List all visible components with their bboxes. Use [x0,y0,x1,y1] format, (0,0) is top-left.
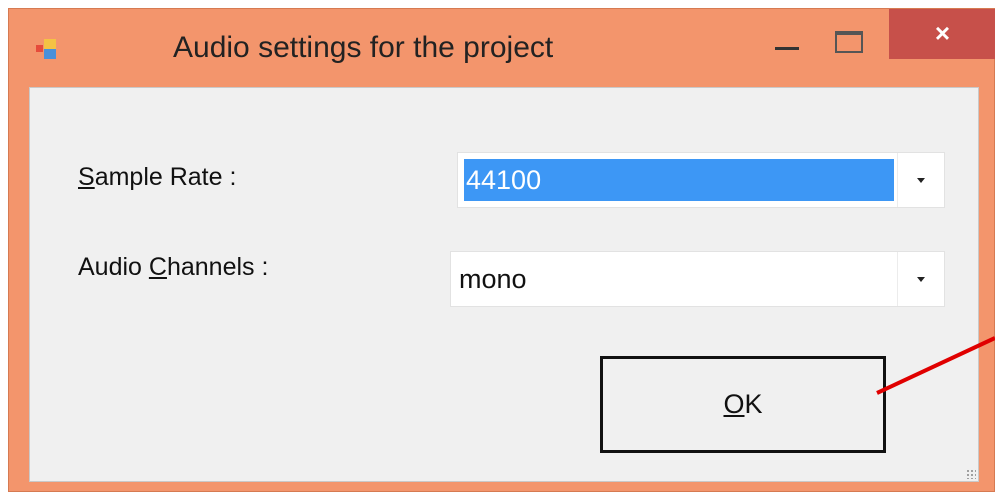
audio-channels-dropdown[interactable]: mono [450,251,945,307]
audio-channels-label: Audio Channels : [78,253,268,282]
close-button[interactable]: × [889,9,995,59]
minimize-icon[interactable] [769,19,805,71]
sample-rate-label-mnemonic: S [78,163,95,191]
sample-rate-value[interactable]: 44100 [464,159,894,201]
ok-mnemonic: O [723,389,745,419]
sample-rate-dropdown[interactable]: 44100 [457,152,945,208]
audio-channels-value[interactable]: mono [457,258,894,300]
ok-button[interactable]: OK [600,356,886,453]
window-title: Audio settings for the project [173,31,554,64]
ok-label-text: K [744,389,763,419]
app-window-icon [36,39,56,59]
audio-channels-label-pre: Audio [78,253,149,281]
audio-channels-label-mnemonic: C [148,253,167,281]
dialog-window: Audio settings for the project × Sample … [8,8,995,492]
sample-rate-label-text: ample Rate : [94,163,237,191]
close-icon: × [934,18,951,48]
chevron-down-icon[interactable] [897,153,944,207]
sample-rate-label: Sample Rate : [78,163,236,192]
title-bar[interactable]: Audio settings for the project × [9,9,995,85]
dialog-content: Sample Rate : 44100 Audio Channels : mon… [29,87,979,482]
maximize-icon[interactable] [835,31,863,53]
chevron-down-icon[interactable] [897,252,944,306]
resize-grip[interactable] [966,469,976,479]
audio-channels-label-text: hannels : [166,253,269,281]
